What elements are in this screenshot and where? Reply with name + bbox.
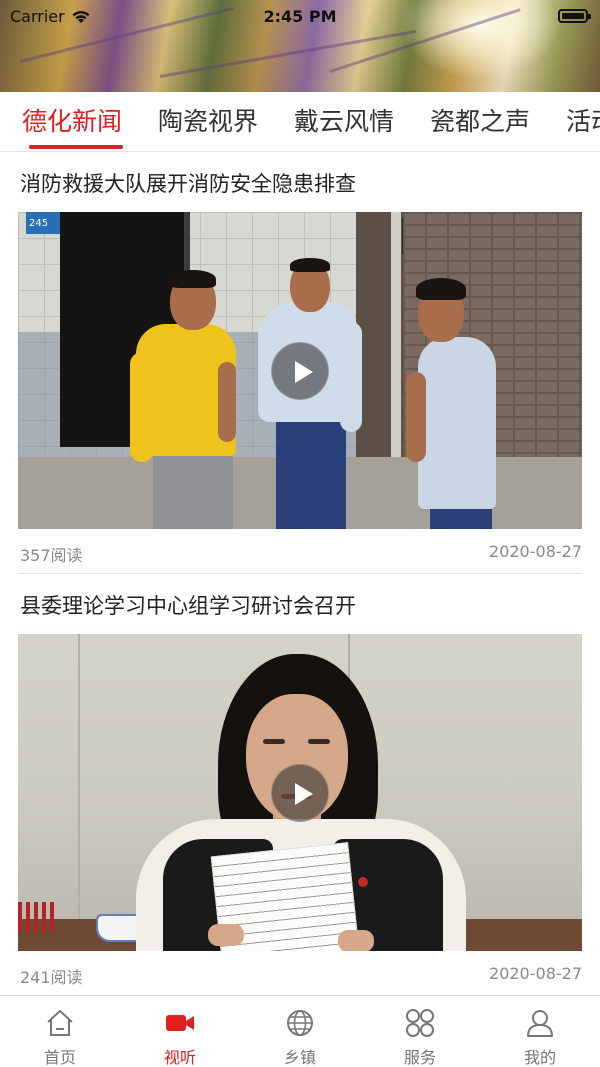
video-thumbnail[interactable] bbox=[18, 634, 582, 951]
status-time: 2:45 PM bbox=[263, 6, 337, 26]
house-number: 245 bbox=[29, 218, 49, 229]
active-tab-indicator bbox=[29, 145, 123, 149]
tab-ceramic-view[interactable]: 陶瓷视界 bbox=[158, 92, 258, 151]
wall-panel-line bbox=[78, 634, 80, 951]
nav-item-services[interactable]: 服务 bbox=[360, 996, 480, 1067]
publish-date: 2020-08-27 bbox=[489, 964, 582, 983]
nav-label: 首页 bbox=[43, 1048, 76, 1067]
carrier-label: Carrier bbox=[10, 6, 65, 26]
woman-hand bbox=[338, 930, 374, 951]
nav-item-home[interactable]: 首页 bbox=[0, 996, 120, 1067]
nav-item-video[interactable]: 视听 bbox=[120, 996, 240, 1067]
status-left: Carrier bbox=[10, 7, 91, 26]
nav-label: 服务 bbox=[403, 1048, 436, 1067]
tab-daiyun-scenery[interactable]: 戴云风情 bbox=[294, 92, 394, 151]
status-bar: Carrier 2:45 PM bbox=[0, 0, 600, 32]
category-tabs: 德化新闻 陶瓷视界 戴云风情 瓷都之声 活动 bbox=[0, 92, 600, 152]
video-camera-icon bbox=[166, 1015, 194, 1031]
play-icon[interactable] bbox=[271, 763, 329, 822]
nav-label: 我的 bbox=[523, 1048, 556, 1067]
tab-ceramic-city-voice[interactable]: 瓷都之声 bbox=[430, 92, 530, 151]
grid-four-circles-icon bbox=[406, 1009, 434, 1037]
read-count: 357阅读 bbox=[20, 546, 83, 565]
tab-activities[interactable]: 活动 bbox=[566, 92, 600, 151]
woman-eye bbox=[308, 739, 330, 744]
woman-hand bbox=[208, 924, 244, 946]
article-title[interactable]: 消防救援大队展开消防安全隐患排查 bbox=[20, 168, 356, 198]
video-thumbnail[interactable]: 245 bbox=[18, 212, 582, 529]
bottom-tab-bar: 首页 视听 乡镇 服务 我的 bbox=[0, 995, 600, 1067]
battery-icon bbox=[558, 9, 591, 23]
pipe bbox=[391, 212, 401, 462]
user-icon bbox=[527, 1010, 553, 1037]
pen-holder bbox=[18, 902, 58, 932]
nav-label: 乡镇 bbox=[283, 1048, 316, 1067]
woman-eye bbox=[263, 739, 285, 744]
read-count: 241阅读 bbox=[20, 968, 83, 987]
nav-item-profile[interactable]: 我的 bbox=[480, 996, 600, 1067]
globe-icon bbox=[287, 1010, 313, 1036]
home-icon bbox=[47, 1010, 73, 1036]
divider bbox=[18, 573, 582, 574]
tab-dehua-news[interactable]: 德化新闻 bbox=[22, 92, 122, 151]
publish-date: 2020-08-27 bbox=[489, 542, 582, 561]
nav-label: 视听 bbox=[163, 1048, 196, 1067]
article-title[interactable]: 县委理论学习中心组学习研讨会召开 bbox=[20, 590, 356, 620]
article-meta: 357阅读 2020-08-27 bbox=[20, 542, 582, 566]
nav-item-towns[interactable]: 乡镇 bbox=[240, 996, 360, 1067]
house-number-sign: 245 bbox=[26, 212, 60, 234]
play-icon[interactable] bbox=[271, 341, 329, 400]
party-badge bbox=[358, 877, 368, 887]
article-meta: 241阅读 2020-08-27 bbox=[20, 964, 582, 988]
wifi-icon bbox=[72, 10, 90, 23]
